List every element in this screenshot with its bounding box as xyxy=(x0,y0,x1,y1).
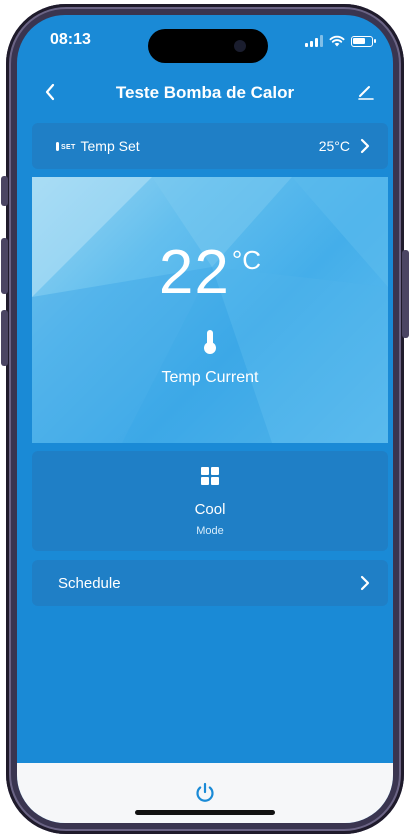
background-pattern xyxy=(32,177,388,443)
page-title: Teste Bomba de Calor xyxy=(115,83,295,102)
side-power-button xyxy=(402,250,409,338)
home-indicator[interactable] xyxy=(135,810,275,815)
power-icon xyxy=(196,782,214,802)
chevron-right-icon xyxy=(360,138,370,154)
set-badge: SET xyxy=(61,143,76,151)
schedule-row[interactable]: Schedule xyxy=(32,560,388,606)
volume-down-button xyxy=(1,310,8,366)
mode-label: Mode xyxy=(196,525,224,537)
temp-current-unit: °C xyxy=(231,245,262,275)
status-icons xyxy=(305,34,376,48)
nav-bar: Teste Bomba de Calor xyxy=(17,75,393,111)
dynamic-island xyxy=(148,29,268,63)
wifi-icon xyxy=(329,35,345,47)
battery-icon xyxy=(351,35,376,47)
thermometer-set-icon: SET xyxy=(56,141,76,151)
mode-card[interactable]: Cool Mode xyxy=(32,451,388,551)
temp-current-label: Temp Current xyxy=(161,369,259,386)
pencil-icon xyxy=(358,86,374,100)
temp-current-panel: 22°C Temp Current xyxy=(32,177,388,443)
bottom-bar xyxy=(17,763,393,823)
schedule-label: Schedule xyxy=(58,574,121,592)
volume-up-button xyxy=(1,238,8,294)
temp-set-label: Temp Set xyxy=(80,138,140,154)
power-button[interactable] xyxy=(191,779,219,807)
action-button xyxy=(1,176,8,206)
grid-icon xyxy=(201,467,219,485)
app-screen: 08:13 Teste Bomba de Calor SET Temp Set … xyxy=(17,15,393,823)
signal-icon xyxy=(305,35,323,47)
camera-icon xyxy=(234,40,246,52)
temp-current-value: 22°C xyxy=(32,237,388,308)
temp-set-row[interactable]: SET Temp Set 25°C xyxy=(32,123,388,169)
edit-button[interactable] xyxy=(351,77,381,107)
temp-current-number: 22 xyxy=(158,238,230,307)
temp-set-value: 25°C xyxy=(318,138,350,154)
chevron-right-icon xyxy=(360,575,370,591)
status-time: 08:13 xyxy=(50,31,91,48)
status-bar: 08:13 xyxy=(17,15,393,67)
thermometer-icon xyxy=(204,330,216,354)
mode-value: Cool xyxy=(194,501,226,518)
